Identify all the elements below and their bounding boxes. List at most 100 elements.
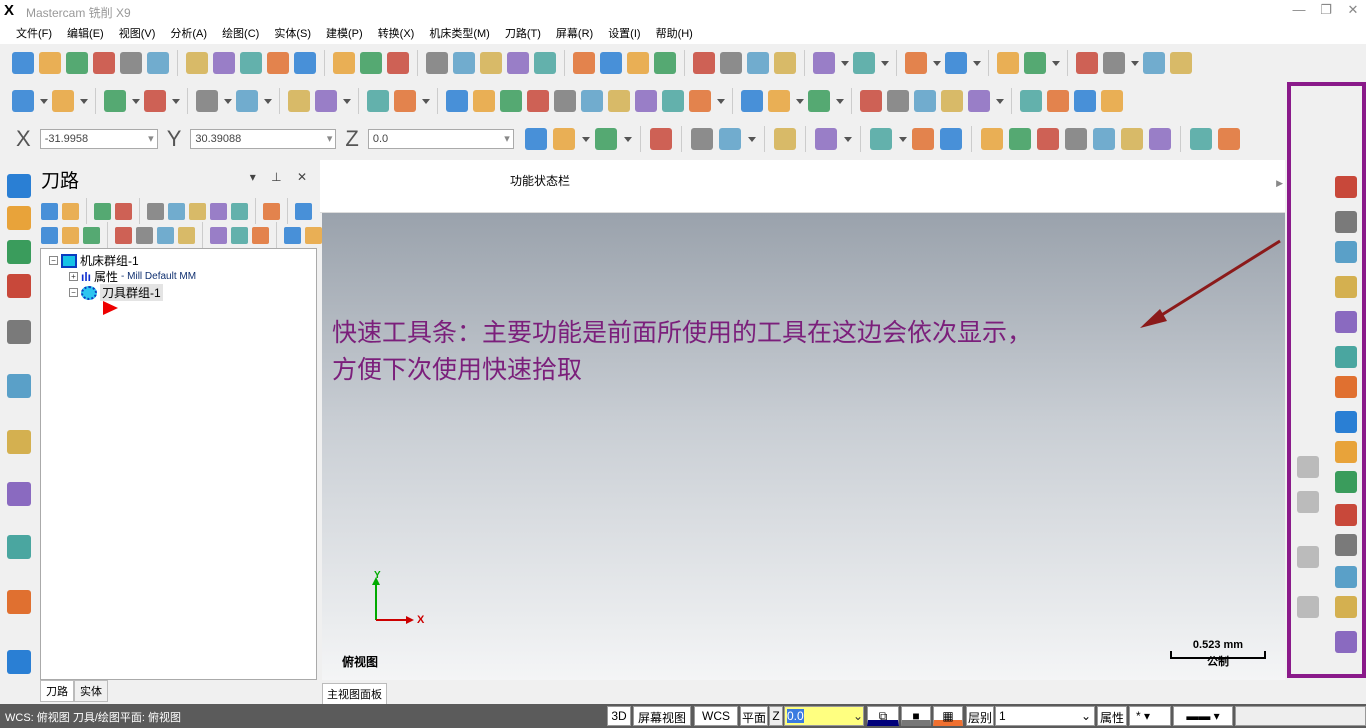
- toolbar-icon[interactable]: [189, 203, 206, 220]
- dropdown-arrow-icon[interactable]: [131, 90, 139, 112]
- menu-item[interactable]: 视图(V): [119, 22, 163, 44]
- toolbar-icon[interactable]: [263, 203, 280, 220]
- toolbar-icon[interactable]: [853, 52, 875, 74]
- toolbar-icon[interactable]: [236, 90, 258, 112]
- left-toolbar-icon[interactable]: [7, 274, 31, 298]
- quick-tool-icon[interactable]: [1335, 276, 1357, 298]
- toolbar-icon[interactable]: [525, 128, 547, 150]
- dropdown-arrow-icon[interactable]: [843, 128, 851, 150]
- toolbar-icon[interactable]: [252, 227, 269, 244]
- quick-tool-icon[interactable]: [1335, 534, 1357, 556]
- toolbar-icon[interactable]: [1143, 52, 1165, 74]
- line-style-select[interactable]: ▬▬ ▾: [1173, 706, 1233, 726]
- toolbar-icon[interactable]: [305, 227, 322, 244]
- menu-item[interactable]: 刀路(T): [505, 22, 548, 44]
- toolbar-icon[interactable]: [741, 90, 763, 112]
- quick-tool-icon[interactable]: [1335, 311, 1357, 333]
- tab-solids[interactable]: 实体: [74, 680, 108, 702]
- toolbar-icon[interactable]: [288, 90, 310, 112]
- toolbar-icon[interactable]: [720, 52, 742, 74]
- z-coordinate-input[interactable]: 0.0: [368, 129, 514, 149]
- minimize-button[interactable]: —: [1285, 2, 1313, 17]
- surface-color-button[interactable]: ▦: [933, 706, 963, 726]
- dropdown-arrow-icon[interactable]: [342, 90, 350, 112]
- toolbar-icon[interactable]: [157, 227, 174, 244]
- toolbar-icon[interactable]: [120, 52, 142, 74]
- toolbar-icon[interactable]: [595, 128, 617, 150]
- toolbar-icon[interactable]: [1020, 90, 1042, 112]
- toolbar-icon[interactable]: [553, 128, 575, 150]
- dropdown-arrow-icon[interactable]: [263, 90, 271, 112]
- menu-item[interactable]: 绘图(C): [222, 22, 266, 44]
- menu-item[interactable]: 屏幕(R): [556, 22, 600, 44]
- toolbar-icon[interactable]: [284, 227, 301, 244]
- toolbar-icon[interactable]: [52, 90, 74, 112]
- toolbar-icon[interactable]: [144, 90, 166, 112]
- toolbar-icon[interactable]: [747, 52, 769, 74]
- toolbar-icon[interactable]: [315, 90, 337, 112]
- dropdown-arrow-icon[interactable]: [972, 52, 980, 74]
- toolbar-icon[interactable]: [104, 90, 126, 112]
- toolbar-icon[interactable]: [912, 128, 934, 150]
- attributes-button[interactable]: 属性: [1097, 706, 1127, 726]
- dropdown-arrow-icon[interactable]: [581, 128, 589, 150]
- dropdown-arrow-icon[interactable]: [79, 90, 87, 112]
- tree-node-properties[interactable]: + ılı 属性 - Mill Default MM: [69, 268, 196, 285]
- menu-item[interactable]: 设置(I): [608, 22, 647, 44]
- color-button[interactable]: ⧉: [867, 706, 899, 726]
- toolbar-icon[interactable]: [768, 90, 790, 112]
- toolbar-icon[interactable]: [1103, 52, 1125, 74]
- vdim-icon[interactable]: [1297, 596, 1319, 618]
- toolbar-icon[interactable]: [213, 52, 235, 74]
- quick-tool-icon[interactable]: [1335, 376, 1357, 398]
- toolbar-icon[interactable]: [196, 90, 218, 112]
- left-toolbar-icon[interactable]: [7, 174, 31, 198]
- toolbar-icon[interactable]: [39, 52, 61, 74]
- toolbar-icon[interactable]: [650, 128, 672, 150]
- close-button[interactable]: ✕: [1339, 2, 1366, 18]
- toolbar-icon[interactable]: [66, 52, 88, 74]
- toolbar-icon[interactable]: [1037, 128, 1059, 150]
- toolbar-icon[interactable]: [1218, 128, 1240, 150]
- menu-item[interactable]: 转换(X): [378, 22, 422, 44]
- dropdown-arrow-icon[interactable]: [1051, 52, 1059, 74]
- toolbar-icon[interactable]: [295, 203, 312, 220]
- dropdown-arrow-icon[interactable]: [880, 52, 888, 74]
- dropdown-arrow-icon[interactable]: [223, 90, 231, 112]
- menu-item[interactable]: 分析(A): [170, 22, 214, 44]
- dropdown-arrow-icon[interactable]: [171, 90, 179, 112]
- toolbar-icon[interactable]: [1101, 90, 1123, 112]
- solid-color-button[interactable]: ■: [901, 706, 931, 726]
- toolbar-icon[interactable]: [387, 52, 409, 74]
- toolbar-icon[interactable]: [446, 90, 468, 112]
- toolbar-icon[interactable]: [267, 52, 289, 74]
- expand-icon[interactable]: +: [69, 272, 78, 281]
- dim-icon[interactable]: [1297, 546, 1319, 568]
- toolbar-icon[interactable]: [1047, 90, 1069, 112]
- toolbar-icon[interactable]: [453, 52, 475, 74]
- toolbar-icon[interactable]: [1065, 128, 1087, 150]
- toolbar-icon[interactable]: [689, 90, 711, 112]
- dropdown-arrow-icon[interactable]: [421, 90, 429, 112]
- toolbar-icon[interactable]: [635, 90, 657, 112]
- left-toolbar-icon[interactable]: [7, 482, 31, 506]
- screen-view-button[interactable]: 屏幕视图: [633, 706, 691, 726]
- dropdown-arrow-icon[interactable]: [39, 90, 47, 112]
- toolbar-icon[interactable]: [147, 52, 169, 74]
- toolbar-icon[interactable]: [654, 52, 676, 74]
- menu-item[interactable]: 编辑(E): [67, 22, 111, 44]
- tab-main-viewsheet[interactable]: 主视图面板: [322, 683, 387, 705]
- left-toolbar-icon[interactable]: [7, 240, 31, 264]
- left-toolbar-icon[interactable]: [7, 590, 31, 614]
- dropdown-arrow-icon[interactable]: [898, 128, 906, 150]
- tab-toolpaths[interactable]: 刀路: [40, 680, 74, 702]
- tree-node-machine-group[interactable]: − 机床群组-1: [49, 252, 139, 269]
- toolbar-icon[interactable]: [210, 203, 227, 220]
- toolbar-icon[interactable]: [940, 128, 962, 150]
- wcs-button[interactable]: WCS: [694, 706, 738, 726]
- graphics-viewport[interactable]: 快速工具条：主要功能是前面所使用的工具在这边会依次显示， 方便下次使用快速拾取 …: [322, 213, 1285, 680]
- toolbar-icon[interactable]: [813, 52, 835, 74]
- quick-tool-icon[interactable]: [1335, 441, 1357, 463]
- toolbar-icon[interactable]: [914, 90, 936, 112]
- toolbar-icon[interactable]: [887, 90, 909, 112]
